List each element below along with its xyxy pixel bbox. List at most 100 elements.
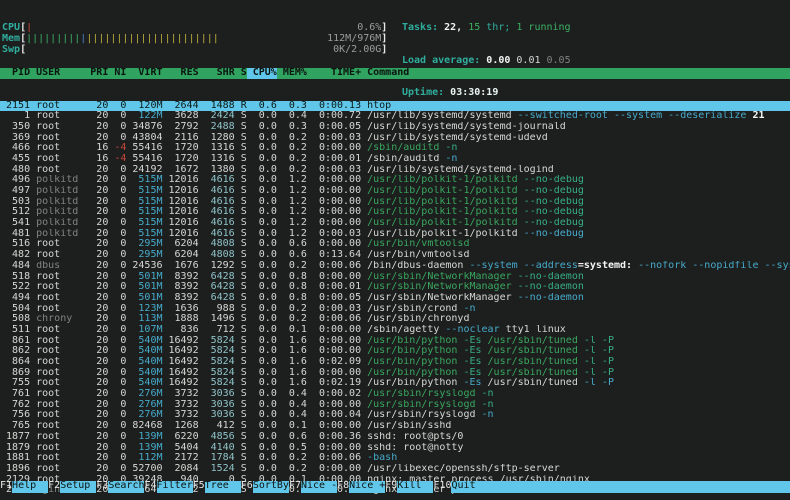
process-row[interactable]: 1877 root 20 0 139M 6220 4856 S 0.0 0.6 0:00.36 ssh… <box>0 432 790 443</box>
fkey-f9-kill[interactable]: F9 Kill <box>385 481 434 493</box>
command-segment: -l -P <box>583 367 614 378</box>
cell-state: S <box>240 228 247 239</box>
process-row[interactable]: 350 root 20 0 34876 2792 2488 S 0.0 0.3 0:00.05/us… <box>0 122 790 133</box>
fkey-f8-nice[interactable]: F8 Nice + <box>337 481 385 493</box>
process-row[interactable]: 494 root 20 0 501M 8392 6428 S 0.0 0.8 0:00.05/usr… <box>0 293 790 304</box>
cell-ni: 0 <box>120 175 127 186</box>
process-row[interactable]: 1896 root 20 0 52700 2084 1524 S 0.0 0.2 0:00.00/u… <box>0 464 790 475</box>
fkey-f4-filter[interactable]: F4 Filter <box>144 481 193 493</box>
process-row[interactable]: 480 root 20 0 24192 1672 1380 S 0.0 0.2 0:00.03/us… <box>0 165 790 176</box>
cell-pid: 862 <box>12 346 31 357</box>
column-header-user[interactable]: USER <box>30 68 84 79</box>
cell-virt: 122M <box>138 111 163 122</box>
cell-res: 6220 <box>174 431 199 442</box>
cell-mem-pct: 1.6 <box>288 367 307 378</box>
cell-time: 0:00.00 <box>318 196 362 207</box>
process-row[interactable]: 755 root 20 0 540M 16492 5824 S 0.0 1.6 0:02.19/us… <box>0 378 790 389</box>
process-row[interactable]: 508 chrony 20 0 113M 1888 1496 S 0.0 0.2 0:00.06/u… <box>0 314 790 325</box>
column-header-time[interactable]: TIME+ <box>307 68 361 79</box>
process-row[interactable]: 861 root 20 0 540M 16492 5824 S 0.0 1.6 0:00.00/us… <box>0 336 790 347</box>
process-row[interactable]: 864 root 20 0 540M 16492 5824 S 0.0 1.6 0:02.09/us… <box>0 357 790 368</box>
column-header-command[interactable]: Command <box>361 68 790 79</box>
cell-time: 0:02.19 <box>318 378 362 389</box>
cell-res: 8392 <box>174 292 199 303</box>
fkey-action-label: Help <box>12 481 49 493</box>
process-row[interactable]: 512 polkitd 20 0 515M 12016 4616 S 0.0 1.2 0:00.00… <box>0 207 790 218</box>
cell-pri: 20 <box>96 292 109 303</box>
process-row[interactable]: 862 root 20 0 540M 16492 5824 S 0.0 1.6 0:00.00/us… <box>0 346 790 357</box>
process-row[interactable]: 756 root 20 0 276M 3732 3036 S 0.0 0.4 0:00.04/usr… <box>0 410 790 421</box>
fkey-action-label: SortBy <box>252 481 289 493</box>
command-segment: /usr/sbin/chronyd <box>367 314 470 325</box>
cell-user: root <box>36 442 61 453</box>
process-row[interactable]: 869 root 20 0 540M 16492 5824 S 0.0 1.6 0:00.00/us… <box>0 368 790 379</box>
fkey-f5-tree[interactable]: F5 Tree <box>193 481 241 493</box>
command-segment: /usr/sbin/crond <box>367 303 464 314</box>
cell-time: 0:00.72 <box>318 111 362 122</box>
column-header-pri[interactable]: PRI <box>84 68 108 79</box>
process-row[interactable]: 466 root 16 -4 55416 1720 1316 S 0.0 0.2 0:00.00/s… <box>0 143 790 154</box>
cell-time: 0:00.00 <box>318 207 362 218</box>
column-header-ni[interactable]: NI <box>108 68 126 79</box>
process-row[interactable]: 1879 root 20 0 139M 5404 4140 S 0.0 0.5 0:00.00 ssh… <box>0 443 790 454</box>
process-row[interactable]: 497 polkitd 20 0 515M 12016 4616 S 0.0 1.2 0:00.00… <box>0 186 790 197</box>
column-header-shr[interactable]: SHR <box>199 68 235 79</box>
cell-res: 1636 <box>174 303 199 314</box>
column-header-pid[interactable]: PID <box>0 68 30 79</box>
cell-command: /usr/lib/polkit-1/polkitd --no-debug <box>361 175 790 186</box>
process-row[interactable]: 369 root 20 0 43804 2116 1280 S 0.0 0.2 0:00.03/us… <box>0 133 790 144</box>
cell-pri: 20 <box>96 378 109 389</box>
column-header-mem[interactable]: MEM% <box>277 68 307 79</box>
process-row[interactable]: 496 polkitd 20 0 515M 12016 4616 S 0.0 1.2 0:00.00… <box>0 175 790 186</box>
process-row[interactable]: 541 polkitd 20 0 515M 12016 4616 S 0.0 1.2 0:00.00… <box>0 218 790 229</box>
cell-pri: 20 <box>96 453 109 464</box>
process-row[interactable]: 761 root 20 0 276M 3732 3036 S 0.0 0.4 0:00.02/usr… <box>0 389 790 400</box>
cell-state: S <box>240 196 247 207</box>
cell-pri: 20 <box>96 260 109 271</box>
cell-res: 836 <box>180 324 199 335</box>
column-header-virt[interactable]: VIRT <box>126 68 162 79</box>
cell-mem-pct: 1.6 <box>288 378 307 389</box>
cell-state: S <box>240 207 247 218</box>
cell-shr: 6428 <box>210 292 235 303</box>
process-row[interactable]: 455 root 16 -4 55416 1720 1316 S 0.0 0.2 0:00.01/s… <box>0 154 790 165</box>
cell-command: -bash <box>361 453 790 464</box>
fkey-f6-sortby[interactable]: F6 SortBy <box>241 481 289 493</box>
process-row[interactable]: 522 root 20 0 501M 8392 6428 S 0.0 0.8 0:00.01/usr… <box>0 282 790 293</box>
process-row[interactable]: 503 polkitd 20 0 515M 12016 4616 S 0.0 1.2 0:00.00… <box>0 197 790 208</box>
cell-state: S <box>240 431 247 442</box>
process-row[interactable]: 504 root 20 0 123M 1636 988 S 0.0 0.2 0:00.03/usr/… <box>0 304 790 315</box>
process-row[interactable]: 1881 root 20 0 112M 2172 1784 S 0.0 0.2 0:00.06 -ba… <box>0 453 790 464</box>
cell-command: /usr/lib/polkit-1/polkitd --no-debug <box>361 186 790 197</box>
process-row[interactable]: 518 root 20 0 501M 8392 6428 S 0.0 0.8 0:00.00/usr… <box>0 272 790 283</box>
fkey-f2-setup[interactable]: F2 Setup <box>48 481 97 493</box>
fkey-f3-search[interactable]: F3 Search <box>96 481 144 493</box>
process-row[interactable]: 511 root 20 0 107M 836 712 S 0.0 0.1 0:00.00/sbin/… <box>0 325 790 336</box>
fkey-f10-quit[interactable]: F10 Quit <box>433 481 790 493</box>
fkey-f1-help[interactable]: F1 Help <box>0 481 49 493</box>
cell-user: root <box>36 250 61 261</box>
process-row[interactable]: 484 dbus 20 0 24536 1676 1292 S 0.0 0.2 0:00.06/bi… <box>0 261 790 272</box>
cell-user: root <box>36 100 61 111</box>
cell-shr: 6428 <box>210 282 235 293</box>
process-row[interactable]: 516 root 20 0 295M 6204 4808 S 0.0 0.6 0:00.00/usr… <box>0 239 790 250</box>
cell-virt: 501M <box>138 282 163 293</box>
process-row[interactable]: 765 root 20 0 82468 1268 412 S 0.0 0.1 0:00.00/usr… <box>0 421 790 432</box>
cell-virt: 123M <box>138 303 163 314</box>
command-segment: --no-debug <box>523 218 584 229</box>
cell-pid: 497 <box>12 186 31 196</box>
command-segment: --no-daemon <box>517 282 584 293</box>
process-row[interactable]: 481 polkitd 20 0 515M 12016 4616 S 0.0 1.2 0:00.03… <box>0 229 790 240</box>
cell-state: S <box>240 260 247 271</box>
process-row[interactable]: 1 root 20 0 122M 3628 2424 S 0.0 0.4 0:00.72/usr/l… <box>0 111 790 122</box>
cell-shr: 4616 <box>210 186 235 196</box>
column-header-res[interactable]: RES <box>163 68 199 79</box>
process-row[interactable]: 482 root 20 0 295M 6204 4808 S 0.0 0.6 0:13.64/usr… <box>0 250 790 261</box>
column-header-cpu[interactable]: CPU% <box>246 68 277 80</box>
column-header-s[interactable]: S <box>235 68 247 79</box>
process-row[interactable]: 2151 root 20 0 120M 2644 1488 R 0.6 0.3 0:00.13 hto… <box>0 100 790 112</box>
cell-pri: 20 <box>96 175 109 186</box>
cell-state: S <box>240 143 247 154</box>
process-row[interactable]: 762 root 20 0 276M 3732 3036 S 0.0 0.4 0:00.00/usr… <box>0 400 790 411</box>
fkey-f7-nice[interactable]: F7 Nice - <box>289 481 337 493</box>
